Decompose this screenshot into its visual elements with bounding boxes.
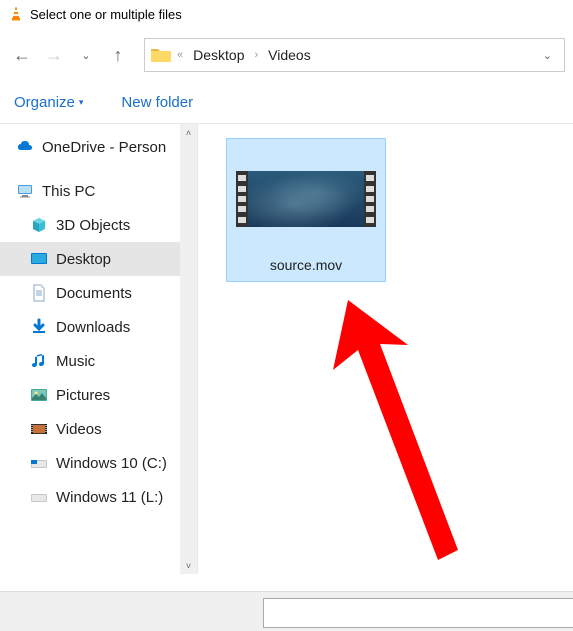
tree-pictures[interactable]: Pictures [0, 378, 197, 412]
new-folder-button[interactable]: New folder [121, 94, 193, 111]
pictures-icon [30, 386, 48, 404]
cube-icon [30, 216, 48, 234]
tree-desktop[interactable]: Desktop [0, 242, 197, 276]
annotation-arrow-icon [308, 290, 468, 570]
new-folder-label: New folder [121, 94, 193, 111]
tree-label: Videos [56, 421, 102, 438]
file-item-selected[interactable]: source.mov [226, 138, 386, 282]
back-button[interactable]: ← [8, 41, 36, 69]
cloud-icon [16, 138, 34, 156]
breadcrumb-sep-icon: « [177, 49, 183, 61]
history-dropdown[interactable]: ⌄ [72, 41, 100, 69]
sidebar-scrollbar[interactable]: ˄ ˅ [180, 124, 197, 574]
up-button[interactable]: ↑ [104, 41, 132, 69]
main-area: OneDrive - Person This PC 3D Objects Des [0, 124, 573, 574]
toolbar: Organize ▾ New folder [0, 82, 573, 124]
tree-drive-l[interactable]: Windows 11 (L:) [0, 480, 197, 514]
desktop-icon [30, 250, 48, 268]
video-thumbnail [236, 147, 376, 247]
tree-label: 3D Objects [56, 217, 130, 234]
navigation-row: ← → ⌄ ↑ « Desktop › Videos ⌄ [0, 28, 573, 82]
organize-label: Organize [14, 94, 75, 111]
drive-icon [30, 488, 48, 506]
videos-icon [30, 420, 48, 438]
music-icon [30, 352, 48, 370]
bottom-bar [0, 591, 573, 631]
breadcrumb-videos[interactable]: Videos [264, 47, 315, 63]
file-pane[interactable]: source.mov [198, 124, 573, 574]
titlebar: Select one or multiple files [0, 0, 573, 28]
tree-thispc[interactable]: This PC [0, 174, 197, 208]
address-dropdown[interactable]: ⌄ [537, 49, 558, 62]
tree-onedrive[interactable]: OneDrive - Person [0, 130, 197, 164]
tree-label: Documents [56, 285, 132, 302]
chevron-down-icon: ▾ [79, 97, 84, 108]
tree-label: This PC [42, 183, 95, 200]
document-icon [30, 284, 48, 302]
tree-music[interactable]: Music [0, 344, 197, 378]
scroll-up-icon[interactable]: ˄ [180, 124, 197, 141]
tree-label: Music [56, 353, 95, 370]
tree-label: Windows 11 (L:) [56, 489, 163, 506]
window-title: Select one or multiple files [30, 7, 182, 22]
computer-icon [16, 182, 34, 200]
drive-icon [30, 454, 48, 472]
download-icon [30, 318, 48, 336]
filename-input[interactable] [263, 598, 573, 628]
tree-3dobjects[interactable]: 3D Objects [0, 208, 197, 242]
tree-label: Desktop [56, 251, 111, 268]
tree-label: Downloads [56, 319, 130, 336]
folder-icon [151, 47, 171, 63]
vlc-icon [8, 6, 24, 22]
tree-videos[interactable]: Videos [0, 412, 197, 446]
forward-button[interactable]: → [40, 41, 68, 69]
chevron-right-icon: › [254, 49, 258, 61]
tree-label: Windows 10 (C:) [56, 455, 167, 472]
address-bar[interactable]: « Desktop › Videos ⌄ [144, 38, 565, 72]
organize-button[interactable]: Organize ▾ [14, 94, 83, 111]
sidebar: OneDrive - Person This PC 3D Objects Des [0, 124, 198, 574]
tree-documents[interactable]: Documents [0, 276, 197, 310]
file-name: source.mov [270, 257, 342, 273]
breadcrumb-desktop[interactable]: Desktop [189, 47, 248, 63]
scroll-down-icon[interactable]: ˅ [180, 557, 197, 574]
tree-label: Pictures [56, 387, 110, 404]
tree-downloads[interactable]: Downloads [0, 310, 197, 344]
tree-label: OneDrive - Person [42, 139, 166, 156]
tree-drive-c[interactable]: Windows 10 (C:) [0, 446, 197, 480]
